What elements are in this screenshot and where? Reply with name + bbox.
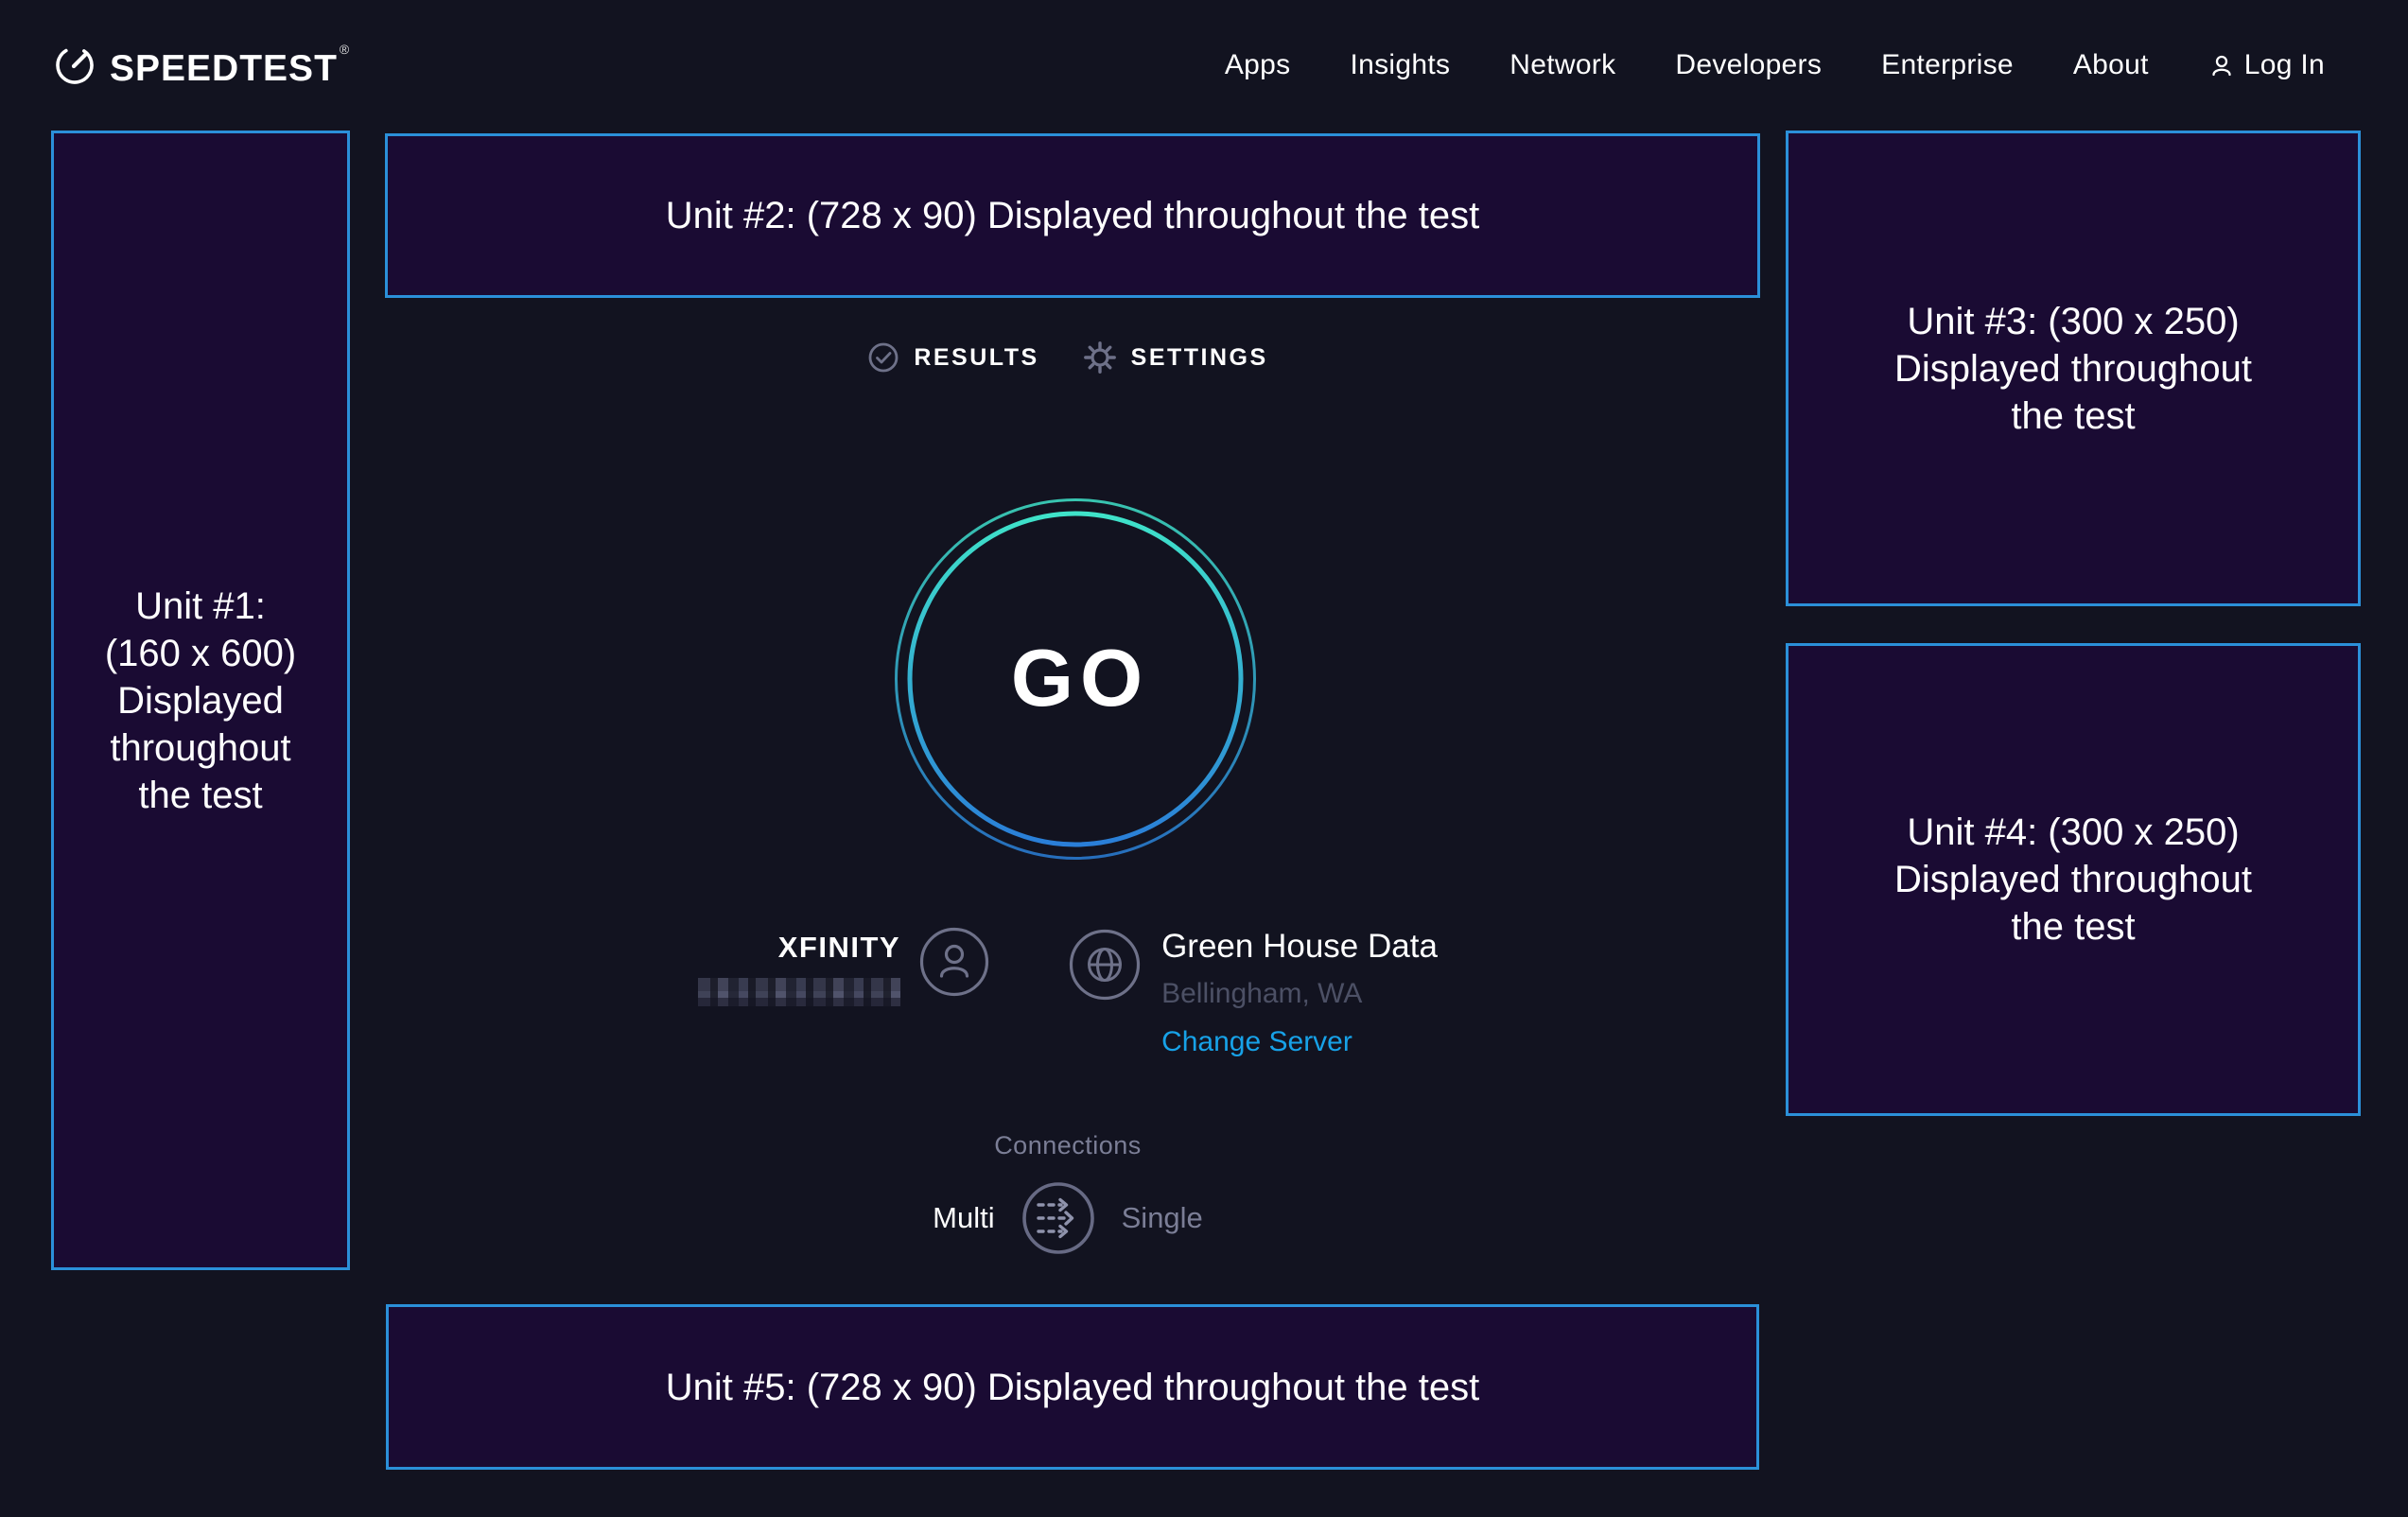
single-option[interactable]: Single [1122,1201,1203,1235]
connections-label: Connections [350,1131,1786,1160]
nav-item-about[interactable]: About [2073,49,2149,81]
gear-icon [1083,340,1117,375]
gauge-logo-icon [53,44,96,87]
check-circle-icon [867,341,899,374]
nav-item-enterprise[interactable]: Enterprise [1881,49,2014,81]
brand-trademark: ® [340,42,350,57]
speedtest-logo[interactable]: SPEEDTEST® [53,0,350,131]
nav-item-apps[interactable]: Apps [1225,49,1291,81]
connections-section: Connections Multi Single [350,1131,1786,1255]
brand-name: SPEEDTEST® [110,42,350,90]
login-button[interactable]: Log In [2208,49,2325,81]
server-name: Green House Data [1161,927,1438,967]
ad-unit-3-label: Unit #3: (300 x 250) Displayed throughou… [1894,298,2252,440]
user-icon [2208,52,2235,78]
ad-unit-5[interactable]: Unit #5: (728 x 90) Displayed throughout… [386,1304,1759,1470]
isp-section: XFINITY [698,927,989,1006]
connection-info-row: XFINITY Green House Data Bellingham, WA … [350,927,1786,1058]
server-section: Green House Data Bellingham, WA Change S… [1069,927,1438,1058]
view-tabs: RESULTS SETTINGS [350,340,1786,375]
ad-unit-5-label: Unit #5: (728 x 90) Displayed throughout… [666,1364,1480,1411]
ad-unit-4[interactable]: Unit #4: (300 x 250) Displayed throughou… [1786,643,2361,1116]
change-server-link[interactable]: Change Server [1161,1026,1352,1058]
globe-icon [1069,929,1141,1001]
go-button-label: GO [893,497,1258,862]
connection-mode-toggle[interactable] [1021,1181,1095,1255]
ad-unit-1-label: Unit #1: (160 x 600) Displayed throughou… [105,583,296,819]
ad-unit-2[interactable]: Unit #2: (728 x 90) Displayed throughout… [385,133,1760,298]
nav-item-network[interactable]: Network [1509,49,1615,81]
nav-item-insights[interactable]: Insights [1350,49,1450,81]
tab-results-label: RESULTS [914,344,1038,372]
tab-results[interactable]: RESULTS [867,340,1038,375]
tab-settings-label: SETTINGS [1131,344,1268,372]
ad-unit-3[interactable]: Unit #3: (300 x 250) Displayed throughou… [1786,131,2361,606]
redacted-ip [698,978,900,1006]
user-avatar-icon [919,927,989,997]
go-button[interactable]: GO [893,497,1258,862]
tab-settings[interactable]: SETTINGS [1083,340,1268,375]
isp-name: XFINITY [778,931,900,965]
ad-unit-1[interactable]: Unit #1: (160 x 600) Displayed throughou… [51,131,350,1270]
app-header: SPEEDTEST® Apps Insights Network Develop… [0,0,2408,131]
login-label: Log In [2244,49,2325,81]
ad-unit-2-label: Unit #2: (728 x 90) Displayed throughout… [666,192,1480,239]
nav-item-developers[interactable]: Developers [1675,49,1822,81]
main-nav: Apps Insights Network Developers Enterpr… [1225,0,2325,131]
ad-unit-4-label: Unit #4: (300 x 250) Displayed throughou… [1894,809,2252,950]
multi-option[interactable]: Multi [933,1201,994,1235]
server-location: Bellingham, WA [1161,978,1362,1010]
